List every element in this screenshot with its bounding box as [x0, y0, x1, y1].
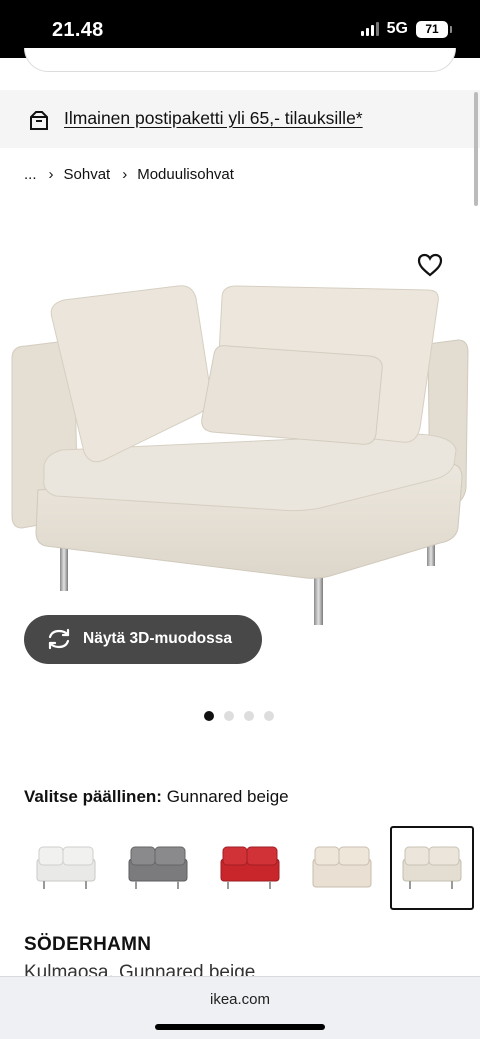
breadcrumb-ellipsis[interactable]: ... — [24, 166, 37, 183]
package-icon — [30, 111, 48, 130]
product-image[interactable] — [0, 228, 480, 648]
swatch-sofa-image — [312, 846, 372, 888]
breadcrumb-item-sohvat[interactable]: Sohvat — [64, 166, 111, 183]
promo-banner[interactable]: Ilmainen postipaketti yli 65,- tilauksil… — [0, 90, 480, 148]
sofa-lumbar-cushion — [201, 345, 383, 445]
chevron-right-icon: › — [122, 166, 128, 183]
sofa-leg — [314, 573, 323, 625]
swatch-sofa-image — [128, 846, 188, 889]
view-3d-label: Näytä 3D-muodossa — [83, 630, 233, 647]
swatch-sofa-image — [36, 846, 96, 889]
product-name: SÖDERHAMN — [24, 934, 152, 955]
cover-swatch[interactable] — [24, 826, 108, 910]
carousel-dot[interactable] — [204, 711, 214, 721]
heart-icon[interactable] — [416, 252, 444, 278]
product-description: Kulmaosa, Gunnared beige — [24, 962, 256, 976]
swatch-sofa-image — [220, 846, 280, 889]
cover-swatch-selected[interactable] — [390, 826, 474, 910]
carousel-dot[interactable] — [264, 711, 274, 721]
promo-link[interactable]: Ilmainen postipaketti yli 65,- tilauksil… — [64, 108, 363, 129]
search-bar[interactable] — [24, 48, 456, 72]
breadcrumb: ... › Sohvat › Moduulisohvat — [24, 166, 234, 183]
carousel-dot[interactable] — [244, 711, 254, 721]
chevron-right-icon: › — [48, 166, 54, 183]
sofa-leg — [60, 543, 68, 591]
cover-swatches — [24, 826, 476, 912]
breadcrumb-item-moduulisohvat[interactable]: Moduulisohvat — [137, 166, 234, 183]
rotate-3d-icon — [48, 628, 70, 650]
status-time: 21.48 — [52, 19, 104, 41]
cover-swatch[interactable] — [300, 826, 384, 910]
status-indicators: 5G 71 — [360, 20, 452, 38]
cover-swatch[interactable] — [116, 826, 200, 910]
browser-address-bar[interactable]: ikea.com — [0, 976, 480, 1039]
cover-selection-label: Valitse päällinen: Gunnared beige — [24, 787, 289, 807]
carousel-indicator — [204, 711, 274, 721]
cover-value: Gunnared beige — [166, 787, 289, 806]
carousel-dot[interactable] — [224, 711, 234, 721]
swatch-sofa-image — [402, 846, 462, 889]
cover-label: Valitse päällinen: — [24, 787, 162, 806]
signal-icon — [360, 22, 379, 36]
url-text[interactable]: ikea.com — [0, 991, 480, 1008]
cover-swatch[interactable] — [208, 826, 292, 910]
scrollbar[interactable] — [474, 92, 478, 206]
network-type: 5G — [386, 20, 408, 37]
home-indicator[interactable] — [155, 1024, 325, 1030]
battery-icon: 71 — [416, 20, 452, 38]
view-3d-button[interactable]: Näytä 3D-muodossa — [24, 615, 262, 664]
